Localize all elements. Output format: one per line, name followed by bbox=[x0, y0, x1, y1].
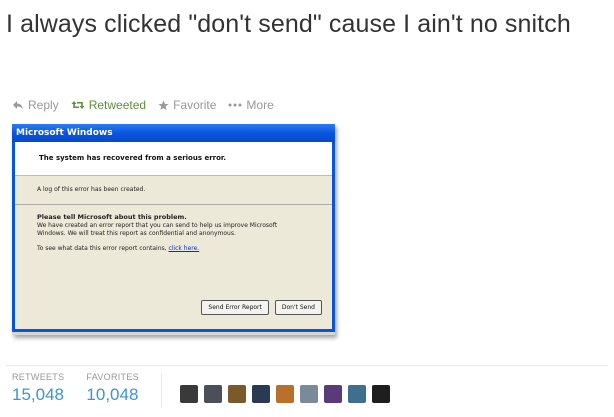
retweet-icon bbox=[71, 100, 85, 110]
retweets-label: RETWEETS bbox=[12, 372, 65, 382]
avatar[interactable] bbox=[299, 385, 318, 403]
stats-divider bbox=[6, 365, 608, 366]
tweet-text: I always clicked "don't send" cause I ai… bbox=[6, 10, 571, 38]
avatar[interactable] bbox=[347, 385, 366, 403]
dialog-description: We have created an error report that you… bbox=[37, 222, 278, 237]
avatar[interactable] bbox=[275, 385, 294, 403]
more-button[interactable]: More bbox=[228, 98, 274, 112]
avatar[interactable] bbox=[227, 385, 246, 403]
avatar[interactable] bbox=[371, 385, 390, 403]
dialog-log-text: A log of this error has been created. bbox=[37, 186, 146, 193]
avatar[interactable] bbox=[251, 385, 270, 403]
favoriter-avatars bbox=[179, 380, 396, 408]
more-label: More bbox=[246, 98, 274, 112]
dialog-see-prefix: To see what data this error report conta… bbox=[37, 245, 167, 252]
favorites-count: 10,048 bbox=[86, 385, 139, 404]
dialog-body: A log of this error has been created. Pl… bbox=[15, 176, 332, 253]
dialog-buttons: Send Error Report Don't Send bbox=[195, 300, 322, 315]
reply-label: Reply bbox=[28, 98, 59, 112]
avatar[interactable] bbox=[323, 385, 342, 403]
dialog-title: Microsoft Windows bbox=[12, 124, 335, 142]
retweet-label: Retweeted bbox=[88, 98, 147, 112]
tweet-stats: RETWEETS 15,048 FAVORITES 10,048 bbox=[12, 372, 396, 408]
dialog-prompt: Please tell Microsoft about this problem… bbox=[37, 213, 187, 221]
favorites-label: FAVORITES bbox=[86, 372, 139, 382]
favorite-button[interactable]: Favorite bbox=[158, 98, 216, 112]
dont-send-button: Don't Send bbox=[274, 300, 322, 315]
dialog-see-data: To see what data this error report conta… bbox=[37, 245, 320, 253]
reply-icon bbox=[12, 100, 24, 110]
retweets-stat[interactable]: RETWEETS 15,048 bbox=[12, 372, 64, 408]
avatar[interactable] bbox=[179, 385, 198, 403]
dialog-divider bbox=[15, 204, 332, 205]
stats-separator bbox=[160, 374, 162, 408]
avatar[interactable] bbox=[203, 385, 222, 403]
tweet-actions: Reply Retweeted Favorite More bbox=[12, 96, 286, 114]
dialog-heading: The system has recovered from a serious … bbox=[15, 142, 332, 176]
retweets-count: 15,048 bbox=[12, 385, 64, 404]
error-dialog: Microsoft Windows The system has recover… bbox=[12, 124, 335, 332]
favorite-label: Favorite bbox=[173, 98, 217, 112]
tweet-card: I always clicked "don't send" cause I ai… bbox=[0, 0, 614, 417]
favorites-stat[interactable]: FAVORITES 10,048 bbox=[86, 372, 139, 408]
retweet-button[interactable]: Retweeted bbox=[71, 98, 146, 112]
dialog-click-here-link: click here. bbox=[168, 245, 200, 252]
reply-button[interactable]: Reply bbox=[12, 98, 59, 112]
more-dots-icon bbox=[228, 103, 242, 107]
tweet-image[interactable]: Microsoft Windows The system has recover… bbox=[12, 124, 335, 335]
send-error-report-button: Send Error Report bbox=[201, 300, 269, 315]
star-icon bbox=[158, 100, 169, 111]
